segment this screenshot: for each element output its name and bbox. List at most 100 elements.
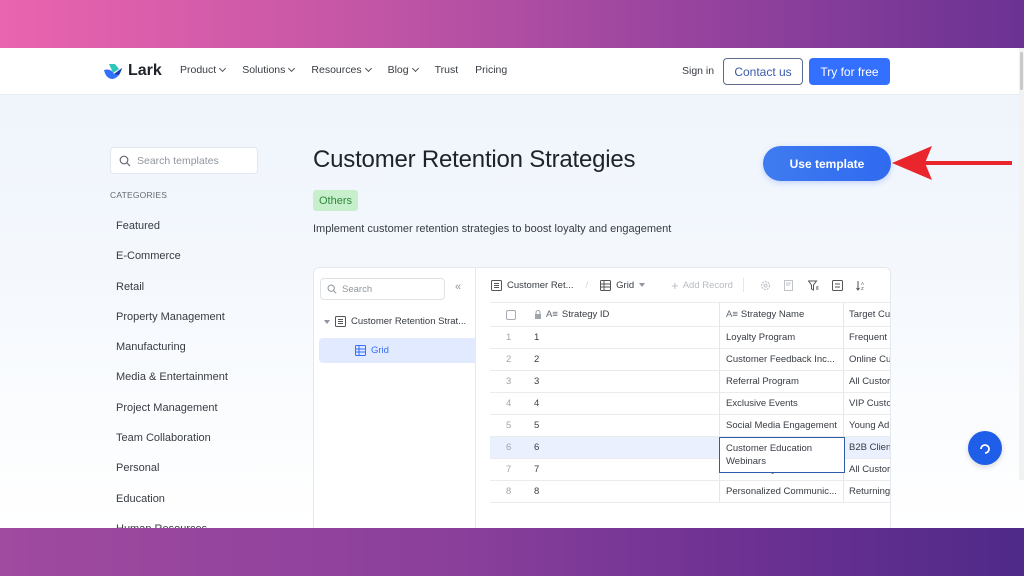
category-property-management[interactable]: Property Management <box>116 311 228 341</box>
nav-product[interactable]: Product <box>180 64 227 76</box>
chevron-down-icon <box>288 64 296 73</box>
category-team-collaboration[interactable]: Team Collaboration <box>116 432 228 462</box>
table-row[interactable]: 8 8 Personalized Communic... Returning <box>490 481 890 503</box>
template-title: Customer Retention Strategies <box>313 146 636 173</box>
expand-triangle-icon <box>324 319 330 324</box>
group-icon[interactable] <box>832 279 844 291</box>
preview-search-input[interactable]: Search <box>320 278 445 300</box>
cell-strategy-id[interactable]: 8 <box>534 486 719 497</box>
cell-strategy-name[interactable]: Customer Feedback Inc... <box>719 349 843 370</box>
sort-icon[interactable]: AZ <box>856 279 868 291</box>
lark-logo[interactable]: Lark <box>103 62 162 80</box>
cell-target[interactable]: Returning <box>843 481 890 502</box>
page-scrollbar-thumb[interactable] <box>1020 52 1023 90</box>
preview-toolbar: Customer Ret... / Grid + Add Record A Z <box>476 268 890 302</box>
add-record-button[interactable]: + Add Record <box>671 278 733 293</box>
records-table: A≡ Strategy ID A≡ Strategy Name Target C… <box>490 302 890 503</box>
top-navbar: Lark Product Solutions Resources Blog Tr… <box>0 48 1024 95</box>
cell-strategy-name[interactable]: Social Media Engagement <box>719 415 843 436</box>
category-personal[interactable]: Personal <box>116 462 228 492</box>
active-cell-editor[interactable]: Customer Education Webinars <box>719 437 845 473</box>
use-template-button[interactable]: Use template <box>763 146 891 181</box>
table-name-crumb[interactable]: Customer Ret... <box>491 279 574 291</box>
grid-view-icon <box>355 345 366 356</box>
sign-in-link[interactable]: Sign in <box>682 65 714 77</box>
preview-sidebar: Search « Customer Retention Strat... Gri… <box>314 268 476 528</box>
cell-strategy-id[interactable]: 3 <box>534 376 719 387</box>
chevron-down-icon <box>411 64 419 73</box>
nav-solutions-label: Solutions <box>242 64 286 76</box>
category-education[interactable]: Education <box>116 493 228 523</box>
column-header-target-customer[interactable]: Target Cus <box>843 303 890 326</box>
cell-strategy-id[interactable]: 7 <box>534 464 719 475</box>
cell-strategy-id[interactable]: 2 <box>534 354 719 365</box>
nav-trust-label: Trust <box>434 64 459 76</box>
red-arrow-annotation-icon <box>892 146 1012 180</box>
top-gradient-band <box>0 0 1024 48</box>
collapse-sidebar-icon[interactable]: « <box>455 281 461 293</box>
form-settings-icon[interactable] <box>784 279 796 291</box>
cell-target[interactable]: B2B Clien <box>843 437 890 458</box>
cell-target[interactable]: Young Ad <box>843 415 890 436</box>
category-media-entertainment[interactable]: Media & Entertainment <box>116 371 228 401</box>
search-icon <box>327 284 337 294</box>
search-templates-input[interactable]: Search templates <box>110 147 258 174</box>
column-strategy-id-label: Strategy ID <box>561 309 610 320</box>
category-featured[interactable]: Featured <box>116 220 228 250</box>
column-header-strategy-name[interactable]: A≡ Strategy Name <box>719 303 843 326</box>
tree-table-item[interactable]: Customer Retention Strat... <box>324 316 466 327</box>
category-project-management[interactable]: Project Management <box>116 402 228 432</box>
nav-resources[interactable]: Resources <box>311 64 372 76</box>
tree-grid-view-item[interactable]: Grid <box>319 338 476 363</box>
nav-resources-label: Resources <box>311 64 362 76</box>
support-chat-button[interactable] <box>968 431 1002 465</box>
cell-strategy-name[interactable]: Referral Program <box>719 371 843 392</box>
template-description: Implement customer retention strategies … <box>313 223 672 235</box>
lark-logo-icon <box>104 63 122 79</box>
contact-us-button[interactable]: Contact us <box>723 58 803 85</box>
category-retail[interactable]: Retail <box>116 281 228 311</box>
cell-target[interactable]: Online Cu <box>843 349 890 370</box>
table-row[interactable]: 2 2 Customer Feedback Inc... Online Cu <box>490 349 890 371</box>
cell-target[interactable]: All Custor <box>843 459 890 480</box>
table-header-row: A≡ Strategy ID A≡ Strategy Name Target C… <box>490 303 890 327</box>
lock-icon <box>535 310 541 319</box>
cell-strategy-name[interactable]: Exclusive Events <box>719 393 843 414</box>
bottom-gradient-band <box>0 528 1024 576</box>
svg-text:Z: Z <box>861 286 864 291</box>
cell-target[interactable]: All Custor <box>843 371 890 392</box>
settings-icon[interactable] <box>760 279 772 291</box>
row-index: 2 <box>506 354 512 365</box>
cell-strategy-id[interactable]: 4 <box>534 398 719 409</box>
headset-icon <box>980 444 990 454</box>
table-row[interactable]: 4 4 Exclusive Events VIP Custo <box>490 393 890 415</box>
cell-target[interactable]: Frequent <box>843 327 890 348</box>
table-icon <box>335 316 346 327</box>
cell-strategy-id[interactable]: 1 <box>534 332 719 343</box>
nav-blog[interactable]: Blog <box>387 64 419 76</box>
tree-grid-label: Grid <box>371 345 389 356</box>
nav-links: Product Solutions Resources Blog Trust P… <box>180 64 507 76</box>
nav-pricing[interactable]: Pricing <box>475 64 507 76</box>
cell-strategy-name[interactable]: Loyalty Program <box>719 327 843 348</box>
nav-trust[interactable]: Trust <box>435 64 459 76</box>
category-manufacturing[interactable]: Manufacturing <box>116 341 228 371</box>
category-e-commerce[interactable]: E-Commerce <box>116 250 228 280</box>
try-for-free-button[interactable]: Try for free <box>809 58 890 85</box>
table-row[interactable]: 5 5 Social Media Engagement Young Ad <box>490 415 890 437</box>
column-header-strategy-id[interactable]: A≡ Strategy ID <box>534 309 719 320</box>
view-switcher[interactable]: Grid <box>600 279 646 291</box>
select-all-checkbox[interactable] <box>506 309 516 320</box>
cell-target[interactable]: VIP Custo <box>843 393 890 414</box>
nav-blog-label: Blog <box>387 64 409 76</box>
cell-strategy-id[interactable]: 5 <box>534 420 719 431</box>
cell-strategy-name[interactable]: Personalized Communic... <box>719 481 843 502</box>
filter-icon[interactable] <box>808 279 820 291</box>
nav-solutions[interactable]: Solutions <box>242 64 296 76</box>
cell-strategy-id[interactable]: 6 <box>534 442 719 453</box>
table-row[interactable]: 3 3 Referral Program All Custor <box>490 371 890 393</box>
template-page: Lark Product Solutions Resources Blog Tr… <box>0 48 1024 528</box>
search-icon <box>119 155 131 166</box>
table-row[interactable]: 1 1 Loyalty Program Frequent <box>490 327 890 349</box>
page-scrollbar[interactable] <box>1019 48 1024 480</box>
